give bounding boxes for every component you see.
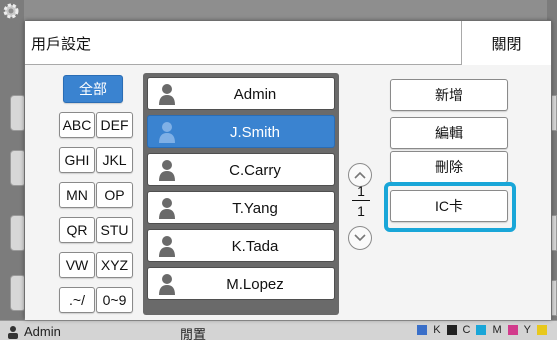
filter-ghi-button[interactable]: GHI xyxy=(59,147,95,173)
filter-xyz-button[interactable]: XYZ xyxy=(96,252,133,278)
user-row-admin[interactable]: Admin xyxy=(147,77,335,110)
filter-qr-button[interactable]: QR xyxy=(59,217,95,243)
user-row-jsmith[interactable]: J.Smith xyxy=(147,115,335,148)
page-divider xyxy=(352,200,370,201)
user-list: Admin J.Smith C.Carry T.Yang K.Tada M.Lo… xyxy=(143,73,339,315)
user-avatar-icon xyxy=(158,273,176,295)
background-left-panel xyxy=(0,0,26,320)
page-total: 1 xyxy=(357,203,365,219)
page-down-button[interactable] xyxy=(348,226,372,250)
status-center: 閒置 xyxy=(180,327,207,340)
filter-abc-button[interactable]: ABC xyxy=(59,112,95,138)
dialog-title: 用戶設定 xyxy=(31,36,92,53)
user-avatar-icon xyxy=(158,235,176,257)
ink-levels: K C M Y xyxy=(417,324,547,336)
filter-jkl-button[interactable]: JKL xyxy=(96,147,133,173)
filter-mn-button[interactable]: MN xyxy=(59,182,95,208)
filter-def-button[interactable]: DEF xyxy=(96,112,133,138)
ink-c-swatch xyxy=(476,325,487,335)
user-name: C.Carry xyxy=(229,162,281,179)
status-bar: Admin 閒置 K C M Y xyxy=(0,320,557,340)
user-row-mlopez[interactable]: M.Lopez xyxy=(147,267,335,300)
filter-op-button[interactable]: OP xyxy=(96,182,133,208)
user-row-tyang[interactable]: T.Yang xyxy=(147,191,335,224)
filter-stu-button[interactable]: STU xyxy=(96,217,133,243)
user-name: Admin xyxy=(233,86,277,103)
user-avatar-icon xyxy=(158,159,176,181)
ink-label-m: M xyxy=(492,324,502,336)
user-avatar-icon xyxy=(158,83,176,105)
user-settings-dialog: 用戶設定 關閉 全部 ABC DEF GHI JKL MN OP QR STU … xyxy=(24,20,552,320)
user-name: K.Tada xyxy=(231,238,279,255)
ink-icon xyxy=(417,325,428,335)
chevron-up-icon xyxy=(354,166,366,184)
user-name: T.Yang xyxy=(232,200,278,217)
filter-all-button[interactable]: 全部 xyxy=(63,75,123,103)
delete-button[interactable]: 刪除 xyxy=(390,151,508,183)
ink-label-k: K xyxy=(433,324,441,336)
add-button[interactable]: 新增 xyxy=(390,79,508,111)
ink-k-swatch xyxy=(446,325,457,335)
user-name: J.Smith xyxy=(229,124,280,141)
ink-label-c: C xyxy=(462,324,471,336)
close-button[interactable]: 關閉 xyxy=(461,21,551,65)
edit-button[interactable]: 編輯 xyxy=(390,117,508,149)
filter-vw-button[interactable]: VW xyxy=(59,252,95,278)
user-icon xyxy=(6,325,20,339)
user-avatar-icon xyxy=(158,197,176,219)
user-row-ktada[interactable]: K.Tada xyxy=(147,229,335,262)
dialog-content: 全部 ABC DEF GHI JKL MN OP QR STU VW XYZ .… xyxy=(25,65,551,320)
status-user: Admin xyxy=(6,324,61,339)
chevron-down-icon xyxy=(354,229,366,247)
ink-m-swatch xyxy=(507,325,518,335)
ink-label-y: Y xyxy=(523,324,531,336)
user-name: M.Lopez xyxy=(226,276,284,293)
dialog-title-bar: 用戶設定 關閉 xyxy=(25,21,551,65)
gear-icon xyxy=(2,2,20,20)
filter-digits-button[interactable]: 0~9 xyxy=(96,287,133,313)
ink-y-swatch xyxy=(537,325,547,335)
page-current: 1 xyxy=(357,183,365,199)
filter-symbols-button[interactable]: .~/ xyxy=(59,287,95,313)
status-user-name: Admin xyxy=(24,324,61,339)
user-avatar-icon xyxy=(158,121,176,143)
ic-card-button[interactable]: IC卡 xyxy=(390,190,508,222)
user-row-ccarry[interactable]: C.Carry xyxy=(147,153,335,186)
